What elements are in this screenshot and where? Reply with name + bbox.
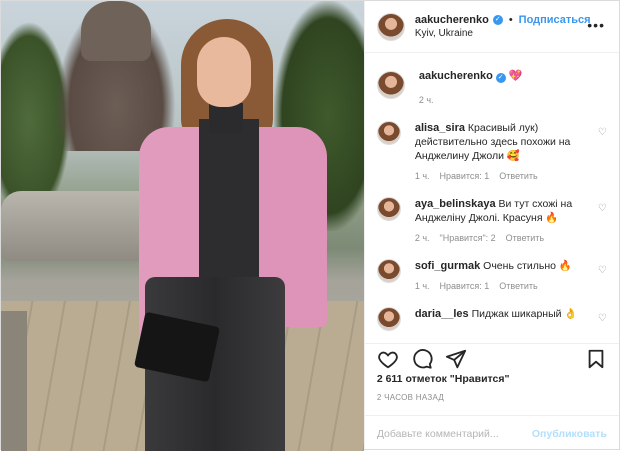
comments-list[interactable]: aakucherenko ✓ 💖 2 ч. alisa_sira Красивы… — [365, 53, 619, 343]
comment-item: daria__les Пиджак шикарный 👌 ♡ — [376, 307, 607, 331]
comment-likes[interactable]: "Нравится": 2 — [440, 231, 496, 245]
commenter-avatar[interactable] — [376, 307, 401, 331]
instagram-post: aakucherenko ✓ • Подписаться Kyiv, Ukrai… — [0, 0, 620, 451]
comment-item: sofi_gurmak Очень стильно 🔥 1 ч. Нравитс… — [376, 259, 607, 293]
person-collar — [209, 103, 243, 133]
post-actions — [364, 343, 619, 373]
comment-body: aya_belinskaya Ви тут схожі на Анджеліну… — [415, 197, 607, 245]
comment-heart-icon[interactable]: ♡ — [598, 127, 607, 138]
ellipsis-icon[interactable]: ••• — [587, 17, 605, 33]
reply-button[interactable]: Ответить — [499, 279, 537, 293]
comment-meta: 1 ч. Нравится: 1 Ответить — [415, 169, 607, 183]
header-row: aakucherenko ✓ • Подписаться — [415, 14, 591, 26]
person-face — [197, 37, 251, 107]
publish-button[interactable]: Опубликовать — [532, 428, 607, 440]
caption-emoji: 💖 — [508, 70, 523, 82]
comment-heart-icon[interactable]: ♡ — [598, 313, 607, 324]
separator-dot: • — [508, 14, 513, 26]
bookmark-icon[interactable] — [585, 348, 607, 370]
post-caption: aakucherenko ✓ 💖 2 ч. — [376, 69, 607, 107]
commenter-username[interactable]: sofi_gurmak — [415, 260, 480, 272]
verified-badge-icon: ✓ — [492, 15, 503, 25]
commenter-username[interactable]: alisa_sira — [415, 122, 465, 134]
commenter-username[interactable]: daria__les — [415, 308, 469, 320]
heart-icon[interactable] — [377, 348, 399, 370]
comment-time[interactable]: 1 ч. — [415, 279, 430, 293]
photo-curb — [1, 311, 27, 451]
person-turtleneck — [199, 119, 259, 279]
comment-icon[interactable] — [411, 348, 433, 370]
photo-person — [134, 19, 329, 451]
post-header: aakucherenko ✓ • Подписаться Kyiv, Ukrai… — [364, 1, 619, 53]
commenter-avatar[interactable] — [376, 197, 401, 221]
comment-body: alisa_sira Красивый лук) действительно з… — [415, 121, 607, 183]
comment-time[interactable]: 2 ч. — [415, 231, 430, 245]
commenter-username[interactable]: aya_belinskaya — [415, 198, 496, 210]
caption-body: aakucherenko ✓ 💖 2 ч. — [419, 69, 607, 107]
add-comment-bar: Опубликовать — [364, 415, 619, 451]
comment-likes[interactable]: Нравится: 1 — [440, 169, 490, 183]
commenter-avatar[interactable] — [376, 121, 401, 145]
comment-item: aya_belinskaya Ви тут схожі на Анджеліну… — [376, 197, 607, 245]
comment-likes[interactable]: Нравится: 1 — [440, 279, 490, 293]
caption-avatar[interactable] — [376, 71, 405, 99]
caption-username[interactable]: aakucherenko — [419, 70, 493, 82]
author-avatar[interactable] — [376, 12, 405, 41]
header-text: aakucherenko ✓ • Подписаться Kyiv, Ukrai… — [415, 14, 591, 39]
comment-input[interactable] — [376, 427, 532, 440]
comment-meta: 1 ч. Нравится: 1 Ответить — [415, 279, 607, 293]
caption-meta: 2 ч. — [419, 93, 607, 107]
caption-time[interactable]: 2 ч. — [419, 93, 434, 107]
post-location[interactable]: Kyiv, Ukraine — [415, 28, 591, 39]
post-timestamp[interactable]: 2 ЧАСОВ НАЗАД — [377, 393, 444, 402]
follow-button[interactable]: Подписаться — [519, 14, 591, 26]
verified-badge-icon: ✓ — [495, 73, 506, 83]
comment-body: sofi_gurmak Очень стильно 🔥 1 ч. Нравитс… — [415, 259, 607, 293]
comment-meta: 2 ч. "Нравится": 2 Ответить — [415, 231, 607, 245]
author-username[interactable]: aakucherenko — [415, 14, 489, 26]
post-photo[interactable] — [1, 1, 364, 451]
commenter-avatar[interactable] — [376, 259, 401, 283]
reply-button[interactable]: Ответить — [506, 231, 544, 245]
comment-item: alisa_sira Красивый лук) действительно з… — [376, 121, 607, 183]
reply-button[interactable]: Ответить — [499, 169, 537, 183]
comment-heart-icon[interactable]: ♡ — [598, 203, 607, 214]
post-side-panel: aakucherenko ✓ • Подписаться Kyiv, Ukrai… — [363, 1, 619, 451]
send-icon[interactable] — [445, 348, 467, 370]
comment-heart-icon[interactable]: ♡ — [598, 265, 607, 276]
comment-time[interactable]: 1 ч. — [415, 169, 430, 183]
comment-text: Пиджак шикарный 👌 — [471, 308, 578, 320]
comment-text: Очень стильно 🔥 — [483, 260, 572, 272]
comment-body: daria__les Пиджак шикарный 👌 — [415, 307, 607, 321]
likes-count[interactable]: 2 611 отметок "Нравится" — [377, 373, 510, 385]
